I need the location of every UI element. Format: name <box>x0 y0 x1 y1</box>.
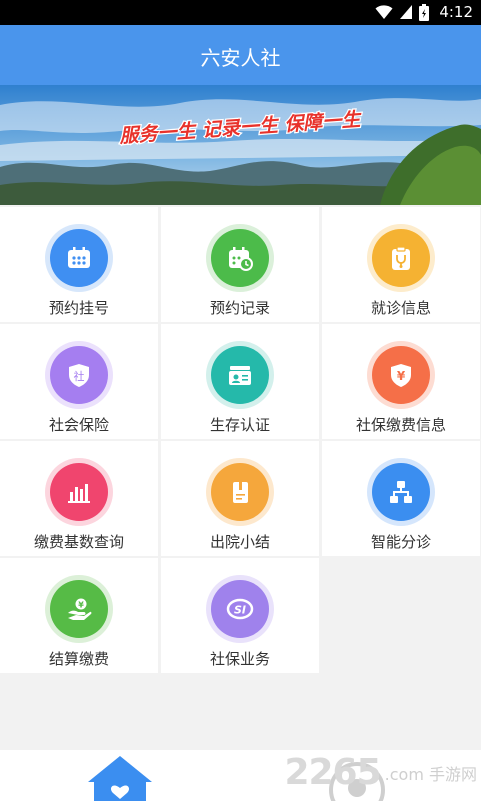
home-tab-icon[interactable] <box>88 756 152 801</box>
grid-item-label: 就诊信息 <box>370 299 431 317</box>
grid-item-label: 社保缴费信息 <box>355 416 446 434</box>
hand-coin-icon: ¥ <box>50 580 108 638</box>
battery-icon <box>419 3 430 21</box>
shield-she-icon: 社 <box>50 346 108 404</box>
grid-item-social-payment-info[interactable]: ¥ 社保缴费信息 <box>322 324 480 439</box>
status-time: 4:12 <box>439 3 473 21</box>
grid-item-payment-base-query[interactable]: 缴费基数查询 <box>0 441 158 556</box>
banner-image: 服务一生 记录一生 保障一生 <box>0 85 481 205</box>
signal-icon <box>400 5 413 19</box>
grid-item-visit-info[interactable]: 就诊信息 <box>322 207 480 322</box>
site-watermark: 2265 .com 手游网 <box>284 752 477 793</box>
document-icon <box>211 463 269 521</box>
status-bar: 4:12 <box>0 0 481 25</box>
grid-item-social-business[interactable]: SI 社保业务 <box>161 558 319 673</box>
wifi-icon <box>375 5 393 19</box>
grid-item-social-insurance[interactable]: 社 社会保险 <box>0 324 158 439</box>
grid-item-label: 生存认证 <box>209 416 270 434</box>
svg-text:SI: SI <box>234 604 246 617</box>
grid-item-label: 社会保险 <box>48 416 109 434</box>
grid-item-smart-triage[interactable]: 智能分诊 <box>322 441 480 556</box>
grid-item-label: 缴费基数查询 <box>33 533 124 551</box>
watermark-text: .com 手游网 <box>384 764 477 784</box>
grid-item-label: 结算缴费 <box>48 650 109 668</box>
app-bar: 六安人社 <box>0 25 481 85</box>
svg-text:¥: ¥ <box>78 601 84 610</box>
grid-item-label: 智能分诊 <box>370 533 431 551</box>
svg-text:¥: ¥ <box>397 369 406 383</box>
feature-grid: 预约挂号 预约记录 就诊信息 社 社会保险 生存认证 ¥ 社保缴费信息 缴费基数… <box>0 205 481 673</box>
grid-item-label: 出院小结 <box>209 533 270 551</box>
grid-item-label: 预约挂号 <box>48 299 109 317</box>
svg-text:社: 社 <box>74 369 85 383</box>
grid-item-label: 社保业务 <box>209 650 270 668</box>
grid-item-survival-auth[interactable]: 生存认证 <box>161 324 319 439</box>
shield-yen-icon: ¥ <box>372 346 430 404</box>
watermark-number: 2265 <box>284 752 381 793</box>
app-title: 六安人社 <box>200 46 281 70</box>
bar-chart-icon <box>50 463 108 521</box>
grid-item-discharge-summary[interactable]: 出院小结 <box>161 441 319 556</box>
calendar-icon <box>50 229 108 287</box>
grid-item-appointment-record[interactable]: 预约记录 <box>161 207 319 322</box>
si-logo-icon: SI <box>211 580 269 638</box>
calendar-clock-icon <box>211 229 269 287</box>
banner[interactable]: 服务一生 记录一生 保障一生 <box>0 85 481 205</box>
clipboard-stethoscope-icon <box>372 229 430 287</box>
grid-item-appointment[interactable]: 预约挂号 <box>0 207 158 322</box>
hierarchy-icon <box>372 463 430 521</box>
grid-item-label: 预约记录 <box>209 299 270 317</box>
id-card-icon <box>211 346 269 404</box>
grid-item-settlement-payment[interactable]: ¥ 结算缴费 <box>0 558 158 673</box>
